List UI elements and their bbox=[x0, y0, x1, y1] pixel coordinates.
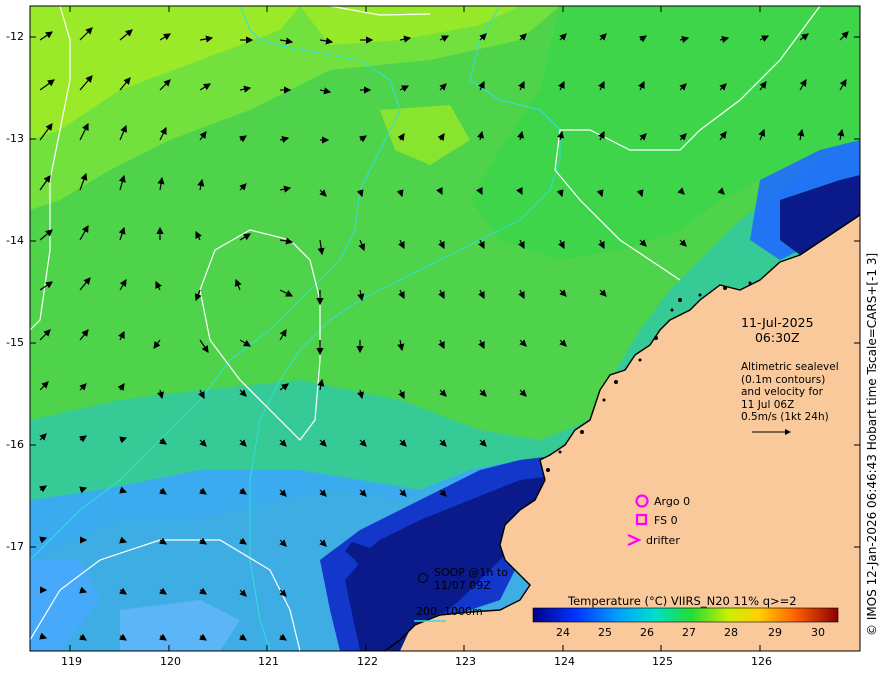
soop-legend-time: 11/07 09Z bbox=[434, 579, 491, 592]
y-tick-label: -13 bbox=[6, 132, 24, 145]
note-line: and velocity for bbox=[741, 386, 823, 398]
y-tick-label: -14 bbox=[6, 234, 24, 247]
note-line: 11 Jul 06Z bbox=[741, 398, 795, 411]
y-tick-label: -12 bbox=[6, 30, 24, 43]
note-line: (0.1m contours) bbox=[741, 373, 826, 386]
colorbar-tick: 30 bbox=[811, 626, 825, 639]
x-tick-label: 123 bbox=[455, 655, 476, 668]
date-label: 11-Jul-2025 bbox=[741, 315, 814, 330]
credit-text: © IMOS 12-Jan-2026 06:46:43 Hobart time … bbox=[865, 252, 879, 636]
argo-legend-label: Argo 0 bbox=[654, 495, 691, 508]
y-tick-label: -15 bbox=[6, 336, 24, 349]
timestamp: 11-Jul-2025 06:30Z bbox=[741, 315, 814, 345]
colorbar-tick: 28 bbox=[724, 626, 738, 639]
x-tick-label: 120 bbox=[160, 655, 181, 668]
soop-legend-label: SOOP @1h to bbox=[434, 566, 508, 579]
x-tick-label: 125 bbox=[652, 655, 673, 668]
drifter-legend-label: drifter bbox=[646, 534, 680, 547]
colorbar-tick: 27 bbox=[682, 626, 696, 639]
note-line: 0.5m/s (1kt 24h) bbox=[741, 411, 829, 423]
x-tick-label: 122 bbox=[357, 655, 378, 668]
x-tick-label: 121 bbox=[258, 655, 279, 668]
colorbar-tick: 26 bbox=[640, 626, 654, 639]
x-tick-label: 126 bbox=[751, 655, 772, 668]
colorbar-tick: 24 bbox=[556, 626, 570, 639]
bathymetry-legend-label: 200 1000m bbox=[416, 605, 483, 618]
x-tick-label: 119 bbox=[61, 655, 82, 668]
y-tick-label: -17 bbox=[6, 540, 24, 553]
time-label: 06:30Z bbox=[754, 330, 800, 345]
fs-legend-label: FS 0 bbox=[654, 514, 678, 527]
altimetry-note: Altimetric sealevel (0.1m contours) and … bbox=[741, 361, 839, 424]
x-tick-label: 124 bbox=[554, 655, 575, 668]
colorbar-tick: 29 bbox=[768, 626, 782, 639]
colorbar bbox=[532, 607, 839, 623]
note-line: Altimetric sealevel bbox=[741, 361, 839, 373]
y-tick-label: -16 bbox=[6, 438, 24, 451]
colorbar-title: Temperature (°C) VIIRS_N20 11% q>=2 bbox=[568, 594, 797, 608]
colorbar-tick: 25 bbox=[598, 626, 612, 639]
